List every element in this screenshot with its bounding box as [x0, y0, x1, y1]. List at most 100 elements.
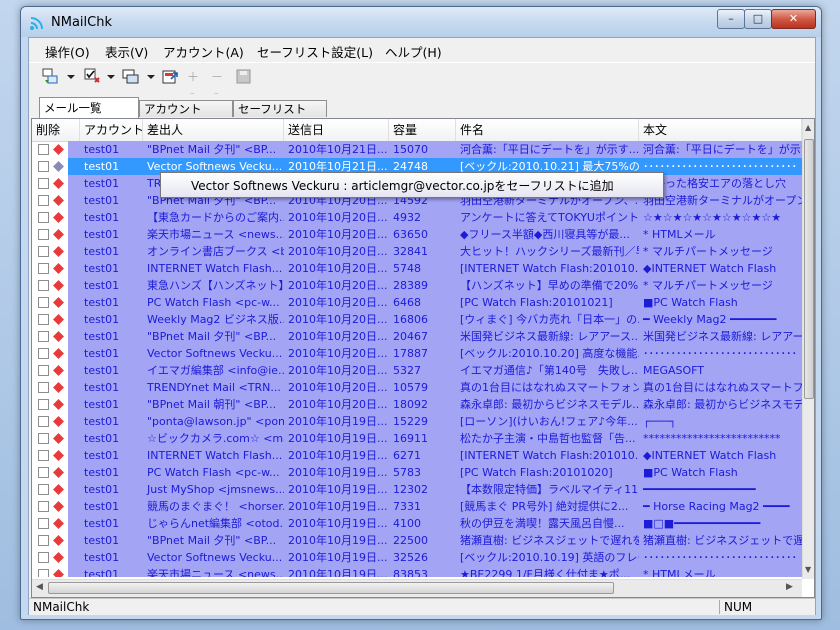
minimize-button[interactable]: –: [717, 9, 745, 29]
menu-operation[interactable]: 操作(O): [45, 42, 90, 61]
cell-subject: 秋の伊豆を満喫！露天風呂自慢...: [460, 517, 625, 530]
add-account-icon[interactable]: ＋●: [187, 67, 203, 104]
table-row[interactable]: test01 ☆ビックカメラ.com☆ <ma... 2010年10月19日... 1…: [32, 430, 802, 447]
menu-view[interactable]: 表示(V): [105, 42, 148, 61]
cell-date: 2010年10月20日...: [288, 245, 388, 258]
table-row[interactable]: test01 オンライン書店ブークス <b... 2010年10月20日... 328…: [32, 243, 802, 260]
table-row[interactable]: test01 Vector Softnews Vecku... 2010年10月20…: [32, 345, 802, 362]
column-header-delete[interactable]: 削除: [32, 119, 80, 141]
table-row[interactable]: test01 "BPnet Mail 夕刊" <BP... 2010年10月19日.…: [32, 532, 802, 549]
save-icon[interactable]: [235, 67, 253, 87]
cell-subject: [ベックル:2010.10.20] 高度な機能...: [460, 347, 639, 360]
table-row[interactable]: test01 PC Watch Flash <pc-w... 2010年10月20日…: [32, 294, 802, 311]
vertical-scrollbar[interactable]: ▲ ▼: [802, 119, 814, 579]
delete-checkbox[interactable]: [38, 178, 49, 189]
scroll-up-arrow-icon[interactable]: ▲: [805, 123, 811, 132]
cell-account: test01: [84, 262, 120, 275]
table-row[interactable]: test01 INTERNET Watch Flash... 2010年10月19日…: [32, 447, 802, 464]
scroll-down-arrow-icon[interactable]: ▼: [805, 565, 811, 574]
delete-checkbox[interactable]: [38, 501, 49, 512]
table-row[interactable]: test01 "BPnet Mail 夕刊" <BP... 2010年10月20日.…: [32, 328, 802, 345]
cell-date: 2010年10月20日...: [288, 262, 388, 275]
table-row[interactable]: test01 競馬のまぐまぐ！ <horser... 2010年10月19日... 7…: [32, 498, 802, 515]
table-row[interactable]: test01 Vector Softnews Vecku... 2010年10月19…: [32, 549, 802, 566]
cell-body: ････････････････････････････: [643, 347, 797, 360]
cell-from: Vector Softnews Vecku...: [147, 551, 283, 564]
chevron-down-icon[interactable]: [147, 75, 155, 79]
vertical-scroll-thumb[interactable]: [804, 139, 814, 399]
table-row[interactable]: test01 楽天市場ニュース <news... 2010年10月20日... 636…: [32, 226, 802, 243]
delete-checkbox[interactable]: [38, 229, 49, 240]
delete-checkbox[interactable]: [38, 365, 49, 376]
delete-checkbox[interactable]: [38, 195, 49, 206]
table-row[interactable]: test01 "ponta@lawson.jp" <pon... 2010年10月1…: [32, 413, 802, 430]
table-row[interactable]: test01 東急ハンズ【ハンズネット】... 2010年10月20日... 2838…: [32, 277, 802, 294]
remove-account-icon[interactable]: －●: [211, 67, 227, 104]
delete-checkbox[interactable]: [38, 484, 49, 495]
table-row[interactable]: test01 "BPnet Mail 夕刊" <BP... 2010年10月21日.…: [32, 141, 802, 158]
delete-checkbox[interactable]: [38, 467, 49, 478]
table-row[interactable]: test01 Weekly Mag2 ビジネス版... 2010年10月20日...…: [32, 311, 802, 328]
delete-checkbox[interactable]: [38, 450, 49, 461]
delete-checkbox[interactable]: [38, 518, 49, 529]
maximize-button[interactable]: □: [744, 9, 772, 29]
column-header-date[interactable]: 送信日: [284, 119, 389, 141]
scroll-left-arrow-icon[interactable]: ◀: [36, 582, 43, 592]
table-row[interactable]: test01 【東急カードからのご案内... 2010年10月20日... 4932 ア…: [32, 209, 802, 226]
horizontal-scroll-thumb[interactable]: [48, 582, 614, 594]
delete-checkbox[interactable]: [38, 280, 49, 291]
column-header-from[interactable]: 差出人: [143, 119, 284, 141]
delete-checkbox[interactable]: [38, 535, 49, 546]
table-row[interactable]: test01 "BPnet Mail 朝刊" <BP... 2010年10月20日.…: [32, 396, 802, 413]
table-row[interactable]: test01 Just MyShop <jmsnews... 2010年10月19日…: [32, 481, 802, 498]
delete-checkbox[interactable]: [38, 416, 49, 427]
tab-safelist[interactable]: セーフリスト: [233, 100, 327, 117]
cell-from: "BPnet Mail 夕刊" <BP...: [147, 330, 277, 343]
scroll-right-arrow-icon[interactable]: ▶: [786, 582, 793, 592]
delete-checkbox[interactable]: [38, 263, 49, 274]
menu-account[interactable]: アカウント(A): [163, 42, 244, 61]
delete-checkbox[interactable]: [38, 348, 49, 359]
cell-from: 楽天市場ニュース <news...: [147, 228, 284, 241]
column-header-account[interactable]: アカウント: [80, 119, 143, 141]
delete-checkbox[interactable]: [38, 144, 49, 155]
delete-checkbox[interactable]: [38, 331, 49, 342]
chevron-down-icon[interactable]: [107, 75, 115, 79]
horizontal-scrollbar[interactable]: ◀ ▶: [32, 579, 802, 597]
delete-checkbox[interactable]: [38, 433, 49, 444]
chevron-down-icon[interactable]: [67, 75, 75, 79]
title-bar[interactable]: NMailChk – □ ✕: [21, 7, 821, 37]
delete-checkbox[interactable]: [38, 382, 49, 393]
delete-checkbox[interactable]: [38, 161, 49, 172]
delete-checkbox[interactable]: [38, 297, 49, 308]
export-icon[interactable]: [161, 67, 181, 87]
close-button[interactable]: ✕: [771, 9, 816, 29]
table-row[interactable]: test01 イエマガ編集部 <info@ie... 2010年10月20日... 5…: [32, 362, 802, 379]
windows-icon[interactable]: [121, 67, 141, 87]
delete-checkbox[interactable]: [38, 314, 49, 325]
delete-checkbox[interactable]: [38, 399, 49, 410]
menu-safelist[interactable]: セーフリスト設定(L): [257, 42, 373, 61]
table-row[interactable]: test01 PC Watch Flash <pc-w... 2010年10月19日…: [32, 464, 802, 481]
tab-account[interactable]: アカウント: [139, 100, 233, 117]
table-row[interactable]: test01 INTERNET Watch Flash... 2010年10月20日…: [32, 260, 802, 277]
column-header-subject[interactable]: 件名: [456, 119, 639, 141]
delete-check-icon[interactable]: [83, 67, 103, 87]
table-row[interactable]: test01 TRENDYnet Mail <TRN... 2010年10月20日.…: [32, 379, 802, 396]
receive-mail-icon[interactable]: [41, 67, 61, 87]
menu-help[interactable]: ヘルプ(H): [385, 42, 442, 61]
delete-checkbox[interactable]: [38, 552, 49, 563]
delete-checkbox[interactable]: [38, 212, 49, 223]
column-header-body[interactable]: 本文: [639, 119, 802, 141]
cell-size: 16911: [393, 432, 428, 445]
cell-account: test01: [84, 415, 120, 428]
tab-mail-list[interactable]: メール一覧: [39, 97, 139, 118]
delete-checkbox[interactable]: [38, 246, 49, 257]
table-row[interactable]: test01 じゃらんnet編集部 <otod... 2010年10月19日... 4…: [32, 515, 802, 532]
cell-from: "ponta@lawson.jp" <pon...: [147, 415, 284, 428]
spam-diamond-icon: [52, 466, 65, 479]
delete-checkbox[interactable]: [38, 569, 49, 577]
column-header-size[interactable]: 容量: [389, 119, 456, 141]
table-row[interactable]: test01 楽天市場ニュース <news... 2010年10月19日... 838…: [32, 566, 802, 577]
cell-account: test01: [84, 466, 120, 479]
